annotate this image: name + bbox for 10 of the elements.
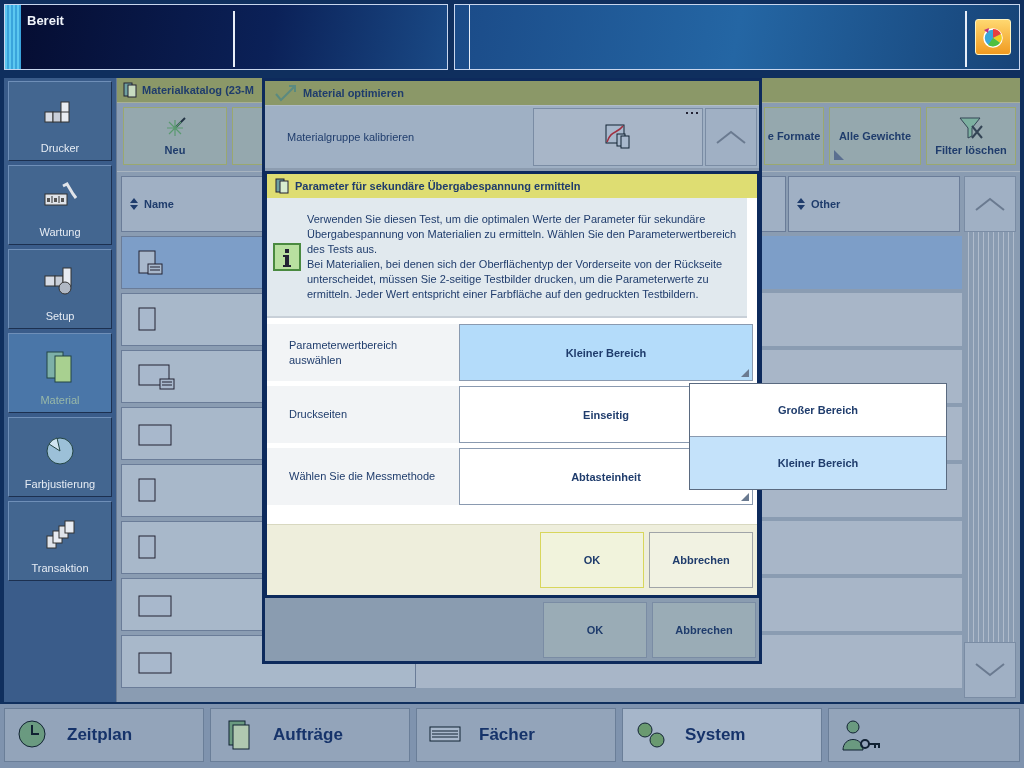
dialog-title: Parameter für sekundäre Übergabespannung ermitteln: [295, 180, 581, 192]
status-text: Bereit: [27, 13, 64, 29]
row-label: Materialgruppe kalibrieren: [286, 131, 416, 143]
info-text: Bei Materialien, bei denen sich der Oberflächentyp der Vorderseite von der Rückseite unterscheidet, müssen Sie 2-seitige Testbilder drucken, um die Parameterwerte zu ermitteln. Jeder Wert entspricht einer Farbfläche auf den gedruckten Testbildern.: [307, 257, 724, 302]
dialog-title: Material optimieren: [303, 87, 404, 99]
field-label: Druckseiten: [267, 386, 459, 443]
info-text: Verwenden Sie diesen Test, um die optimalen Werte der Parameter für sekundäre Übergabespannung von Materialien zu ermitteln. Wählen Sie den Parameterwertbereich des Tests aus.: [307, 212, 738, 257]
field-label: Wählen Sie die Messmethode: [267, 448, 459, 505]
catalog-title: Materialkatalog (23-M: [142, 83, 254, 96]
field-label: Parameterwertbereich auswählen: [267, 324, 459, 381]
